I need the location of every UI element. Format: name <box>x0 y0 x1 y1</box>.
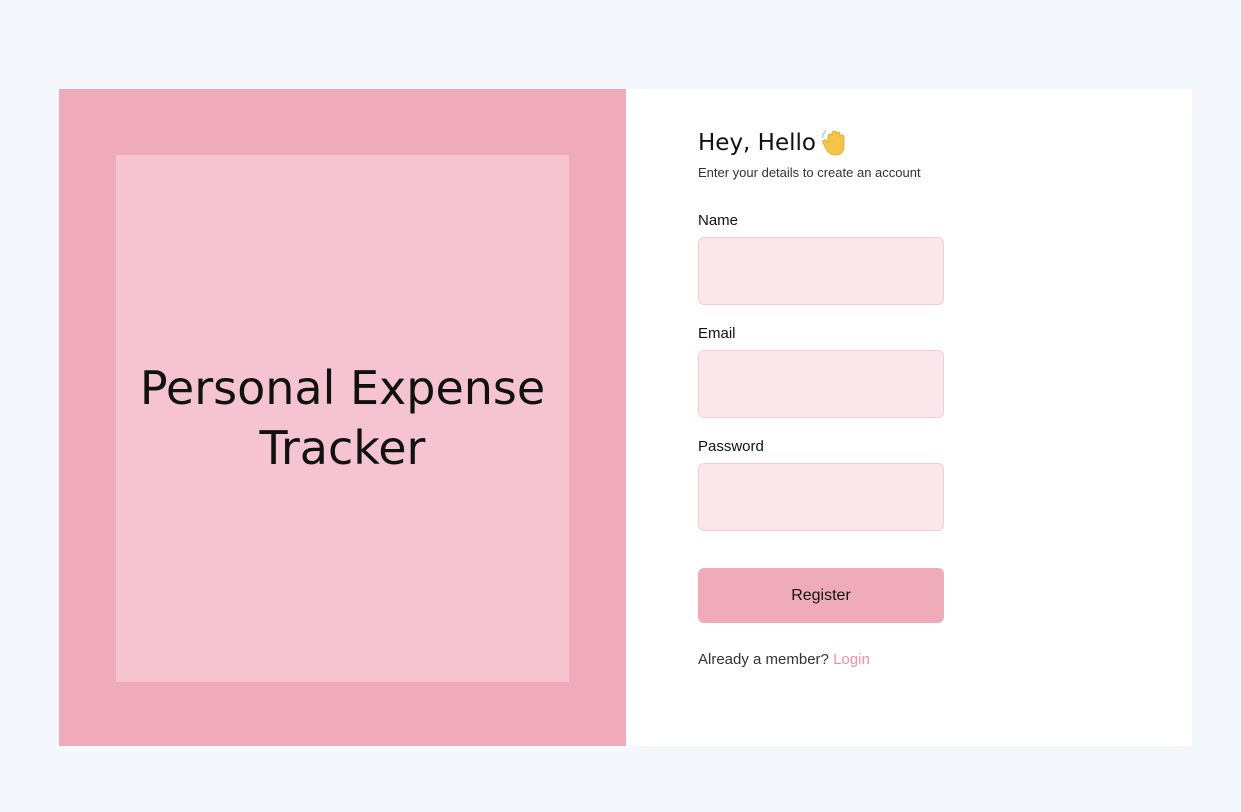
brand-panel-inner: Personal Expense Tracker <box>116 155 569 682</box>
greeting-text: Hey, Hello <box>698 130 816 156</box>
brand-title: Personal Expense Tracker <box>139 360 546 475</box>
register-button[interactable]: Register <box>698 568 944 623</box>
greeting-heading: Hey, Hello <box>698 129 1018 157</box>
login-link[interactable]: Login <box>833 651 870 668</box>
name-label: Name <box>698 212 739 229</box>
login-prompt-text: Already a member? <box>698 651 829 668</box>
email-input[interactable] <box>698 350 944 418</box>
form-subtitle: Enter your details to create an account <box>698 165 921 180</box>
brand-panel: Personal Expense Tracker <box>59 89 626 746</box>
email-field-group: Email <box>698 325 1018 418</box>
name-field-group: Name <box>698 212 1018 305</box>
password-field-group: Password <box>698 438 1018 531</box>
password-input[interactable] <box>698 463 944 531</box>
password-label: Password <box>698 438 764 455</box>
register-card: Personal Expense Tracker Hey, Hello Ente… <box>59 89 1192 746</box>
form-panel: Hey, Hello Enter your details to create … <box>626 89 1192 746</box>
email-label: Email <box>698 325 736 342</box>
waving-hand-icon <box>822 129 846 157</box>
name-input[interactable] <box>698 237 944 305</box>
register-form: Hey, Hello Enter your details to create … <box>698 129 1018 668</box>
login-prompt: Already a member? Login <box>698 651 1018 668</box>
